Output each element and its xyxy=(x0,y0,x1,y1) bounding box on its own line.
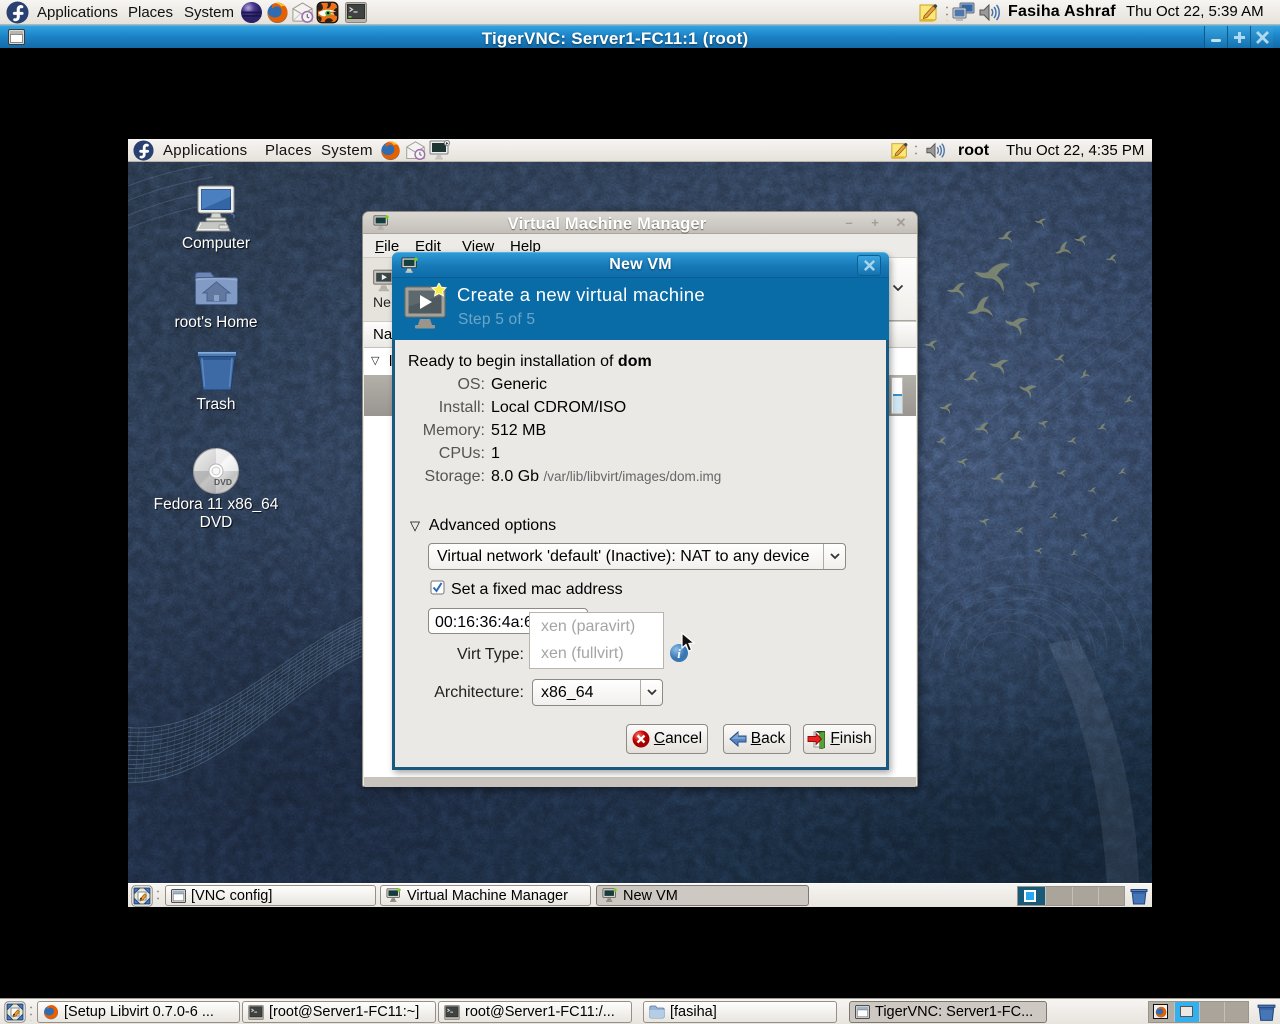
svg-text:DVD: DVD xyxy=(214,477,232,487)
